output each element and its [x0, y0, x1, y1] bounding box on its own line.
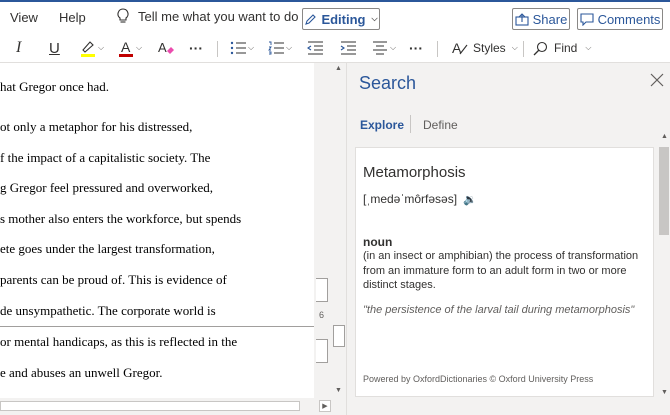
scroll-up-icon[interactable]: ▲ [661, 133, 668, 140]
font-color-button[interactable]: A ⌵ [118, 38, 142, 58]
pane-title: Search [359, 73, 417, 93]
horizontal-scrollbar[interactable]: ▶ [0, 398, 346, 415]
usage-example: "the persistence of the larval tail duri… [363, 304, 635, 316]
numbered-list-icon [268, 41, 284, 55]
styles-button[interactable]: A Styles ⌵ [451, 38, 518, 58]
source-credit: Powered by OxfordDictionaries © Oxford U… [363, 374, 594, 384]
ribbon-divider [437, 41, 438, 57]
tell-me-box[interactable]: Tell me what you want to do [116, 8, 298, 24]
editing-mode-button[interactable]: Editing ⌵ [302, 8, 380, 30]
horizontal-scroll-thumb[interactable] [0, 401, 300, 411]
scroll-up-icon[interactable]: ▲ [335, 65, 342, 72]
svg-text:A: A [158, 40, 167, 55]
pronunciation-text: [ˌmedəˈmôrfəsəs] [363, 192, 458, 206]
tell-me-text: Tell me what you want to do [138, 8, 299, 24]
pane-scroll-thumb[interactable] [659, 147, 669, 235]
document-line: s mother also enters the workforce, but … [0, 211, 242, 226]
bullets-button[interactable]: ⌵ [230, 38, 254, 58]
document-area: hat Gregor once had. ot only a metaphor … [0, 63, 346, 398]
chevron-down-icon: ⌵ [136, 43, 143, 52]
chevron-down-icon: ⌵ [390, 43, 397, 52]
document-line: ete goes under the largest transformatio… [0, 241, 215, 256]
svg-text:A: A [121, 39, 131, 55]
highlight-color-button[interactable]: ⌵ [80, 38, 104, 58]
comments-label: Comments [597, 11, 661, 27]
page-number: 6 [319, 310, 325, 320]
find-button[interactable]: Find ⌵ [533, 38, 591, 58]
definition-card: Metamorphosis [ˌmedəˈmôrfəsəs] 🔉 noun (in… [355, 147, 654, 397]
document-line: parents can be proud of. This is evidenc… [0, 272, 227, 287]
word-online-window: View Help Tell me what you want to do Ed… [0, 0, 670, 415]
increase-indent-button[interactable] [340, 38, 356, 58]
menu-view[interactable]: View [10, 10, 38, 25]
find-label: Find [554, 41, 578, 55]
page-corner-marker [316, 339, 328, 363]
comments-button[interactable]: Comments [577, 8, 663, 30]
definition-text: (in an insect or amphibian) the process … [363, 250, 639, 291]
pane-scrollbar[interactable]: ▲ ▼ [656, 131, 670, 401]
document-line: g Gregor feel pressured and overworked, [0, 180, 213, 195]
scrollbar-thumb[interactable] [333, 325, 345, 347]
scroll-down-icon[interactable]: ▼ [335, 387, 342, 394]
share-button[interactable]: Share [512, 8, 570, 30]
chevron-down-icon: ⌵ [98, 43, 105, 52]
document-line: hat Gregor once had. [0, 79, 110, 94]
bullet-list-icon [230, 41, 246, 55]
tab-divider [410, 115, 411, 133]
search-pane: Search Explore Define Metamorphosis [ˌme… [346, 63, 670, 415]
chevron-down-icon: ⌵ [286, 43, 293, 52]
document-page[interactable]: hat Gregor once had. ot only a metaphor … [0, 63, 314, 398]
chevron-down-icon: ⌵ [248, 43, 255, 52]
chevron-down-icon: ⌵ [511, 43, 518, 52]
tab-define[interactable]: Define [423, 118, 458, 132]
align-center-icon [373, 41, 387, 55]
clear-formatting-icon: A [158, 40, 174, 55]
highlighter-icon [81, 41, 95, 57]
decrease-indent-button[interactable] [307, 38, 323, 58]
page-break-line [0, 326, 314, 327]
document-scrollbar[interactable]: ▲ ▼ [332, 63, 346, 398]
more-paragraph-options-button[interactable]: ··· [409, 38, 423, 58]
align-button[interactable]: ⌵ [372, 38, 396, 58]
ribbon-toolbar: I U ⌵ A ⌵ A ··· ⌵ ⌵ ⌵ ··· A Styles ⌵ Fin… [0, 34, 670, 63]
document-line: e and abuses an unwell Gregor. [0, 365, 163, 380]
document-line: de unsympathetic. The corporate world is [0, 303, 216, 318]
speaker-icon[interactable]: 🔉 [463, 194, 477, 206]
editing-label: Editing [321, 11, 366, 27]
scroll-down-icon[interactable]: ▼ [661, 389, 668, 396]
page-corner-marker [316, 278, 328, 302]
decrease-indent-icon [307, 41, 323, 55]
pencil-icon [305, 13, 317, 25]
close-icon[interactable] [650, 71, 664, 92]
more-font-options-button[interactable]: ··· [189, 38, 203, 58]
lightbulb-icon [117, 8, 129, 23]
chevron-down-icon: ⌵ [371, 14, 378, 23]
underline-button[interactable]: U [49, 38, 60, 58]
search-icon [533, 41, 548, 55]
document-line: or mental handicaps, as this is reflecte… [0, 334, 238, 349]
styles-label: Styles [473, 41, 506, 55]
part-of-speech: noun [363, 235, 393, 249]
menu-bar: View Help Tell me what you want to do Ed… [0, 2, 670, 34]
numbering-button[interactable]: ⌵ [268, 38, 292, 58]
share-label: Share [532, 11, 568, 27]
ribbon-divider [523, 41, 524, 57]
pronunciation: [ˌmedəˈmôrfəsəs] 🔉 [363, 192, 477, 206]
definition-word: Metamorphosis [363, 164, 466, 181]
clear-formatting-button[interactable]: A [157, 38, 175, 58]
styles-icon: A [452, 40, 468, 56]
italic-button[interactable]: I [16, 38, 21, 58]
document-line: f the impact of a capitalistic society. … [0, 150, 211, 165]
font-color-icon: A [119, 39, 133, 57]
scroll-right-icon[interactable]: ▶ [319, 400, 331, 412]
increase-indent-icon [340, 41, 356, 55]
document-line: ot only a metaphor for his distressed, [0, 119, 193, 134]
chevron-down-icon: ⌵ [585, 43, 592, 52]
tab-explore[interactable]: Explore [360, 118, 404, 132]
comment-icon [580, 12, 594, 26]
menu-help[interactable]: Help [59, 10, 86, 25]
ribbon-divider [217, 41, 218, 57]
share-icon [515, 12, 529, 26]
